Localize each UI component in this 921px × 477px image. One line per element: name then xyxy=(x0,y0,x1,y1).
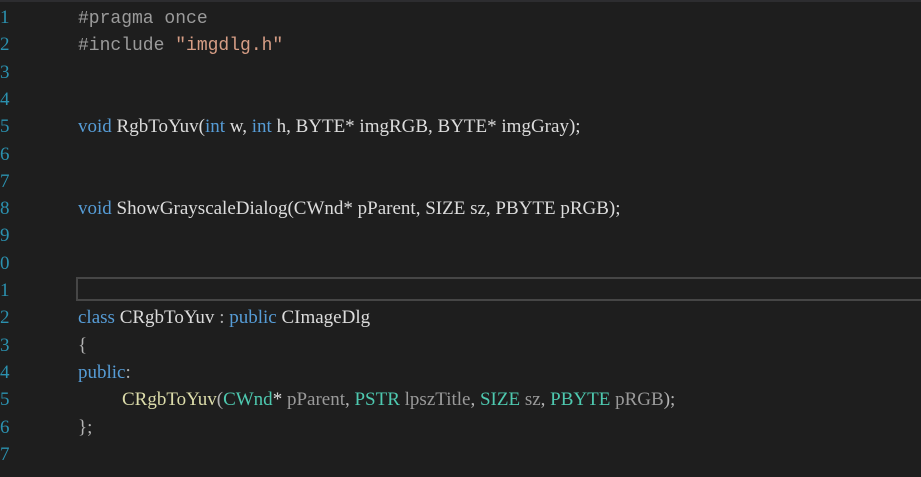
code-line[interactable]: 3 xyxy=(0,59,921,86)
code-token: pParent xyxy=(286,389,345,411)
code-line[interactable]: 7 xyxy=(0,441,921,468)
line-number: 7 xyxy=(0,443,10,465)
code-line[interactable]: 9 xyxy=(0,222,921,249)
code-token: w, xyxy=(225,116,252,138)
code-token: CImageDlg xyxy=(276,307,371,329)
line-number: 3 xyxy=(0,61,10,83)
line-number: 4 xyxy=(0,88,10,110)
code-text: { xyxy=(78,332,87,359)
code-token: RgbToYuv( xyxy=(111,116,205,138)
code-token: CRgbToYuv xyxy=(114,307,220,329)
code-token: class xyxy=(78,307,115,329)
code-token: #include xyxy=(78,36,176,57)
code-line[interactable]: 0 xyxy=(0,250,921,277)
code-text: #pragma once xyxy=(78,4,208,31)
code-line[interactable]: 8 void ShowGrayscaleDialog(CWnd* pParent,… xyxy=(0,195,921,222)
code-line[interactable]: 5 CRgbToYuv(CWnd* pParent, PSTR lpszTitle… xyxy=(0,386,921,413)
code-token: pRGB xyxy=(615,389,664,411)
code-text: void RgbToYuv(int w, int h, BYTE* imgRGB… xyxy=(78,113,581,140)
code-line[interactable]: 4 xyxy=(0,86,921,113)
code-token: ShowGrayscaleDialog(CWnd* pParent, SIZE … xyxy=(111,198,621,220)
code-token: void xyxy=(78,116,112,138)
code-token: h, BYTE* imgRGB, BYTE* imgGray); xyxy=(271,116,581,138)
line-number: 0 xyxy=(0,252,10,274)
code-token: { xyxy=(78,334,88,356)
code-text: }; xyxy=(78,414,92,441)
code-token: void xyxy=(78,198,112,220)
code-token: , xyxy=(470,389,480,411)
line-number: 5 xyxy=(0,116,10,138)
editor-top-border xyxy=(0,0,921,2)
code-line[interactable]: 5 void RgbToYuv(int w, int h, BYTE* imgRG… xyxy=(0,113,921,140)
code-token: , xyxy=(540,389,551,411)
code-token: lpszTitle xyxy=(404,389,471,411)
code-text: class CRgbToYuv : public CImageDlg xyxy=(78,304,370,331)
line-number: 2 xyxy=(0,307,10,329)
code-line[interactable]: 1 #pragma once xyxy=(0,4,921,31)
line-number: 6 xyxy=(0,416,10,438)
line-number: 8 xyxy=(0,198,10,220)
code-token: PBYTE xyxy=(550,389,611,411)
code-token: CRgbToYuv xyxy=(122,389,217,411)
code-token: }; xyxy=(78,416,93,438)
code-text: #include "imgdlg.h" xyxy=(78,31,283,58)
code-token: SIZE xyxy=(479,389,521,411)
code-token: PSTR xyxy=(354,389,400,411)
code-line[interactable]: 2 #include "imgdlg.h" xyxy=(0,31,921,58)
line-number: 7 xyxy=(0,170,10,192)
code-line[interactable]: 4 public: xyxy=(0,359,921,386)
code-token: sz xyxy=(524,389,541,411)
code-token: ); xyxy=(663,389,676,411)
code-token: public xyxy=(229,307,277,329)
code-editor[interactable]: 1 #pragma once 2 #include "imgdlg.h" 3 4 5 void… xyxy=(0,0,921,477)
code-text: public: xyxy=(78,359,131,386)
line-number: 2 xyxy=(0,34,10,56)
code-token: int xyxy=(204,116,225,138)
code-line[interactable]: 6 xyxy=(0,141,921,168)
code-token: #pragma once xyxy=(78,9,208,29)
code-token: : xyxy=(125,361,131,383)
line-number: 9 xyxy=(0,225,10,247)
code-line[interactable]: 1 xyxy=(0,277,921,304)
line-number: 6 xyxy=(0,143,10,165)
code-line[interactable]: 7 xyxy=(0,168,921,195)
line-number: 1 xyxy=(0,280,10,301)
code-text: CRgbToYuv(CWnd* pParent, PSTR lpszTitle,… xyxy=(122,386,675,413)
code-token: "imgdlg.h" xyxy=(175,36,284,57)
line-number: 1 xyxy=(0,7,10,28)
code-token: public xyxy=(78,361,126,383)
code-line[interactable]: 6}; xyxy=(0,414,921,441)
code-token: * xyxy=(272,389,287,411)
line-number: 5 xyxy=(0,389,10,411)
code-token: CWnd xyxy=(223,389,273,411)
code-line[interactable]: 2 class CRgbToYuv : public CImageDlg xyxy=(0,304,921,331)
line-number: 3 xyxy=(0,334,10,356)
line-number: 4 xyxy=(0,361,10,383)
code-token: int xyxy=(251,116,272,138)
code-text: void ShowGrayscaleDialog(CWnd* pParent, … xyxy=(78,195,621,222)
code-line[interactable]: 3{ xyxy=(0,332,921,359)
